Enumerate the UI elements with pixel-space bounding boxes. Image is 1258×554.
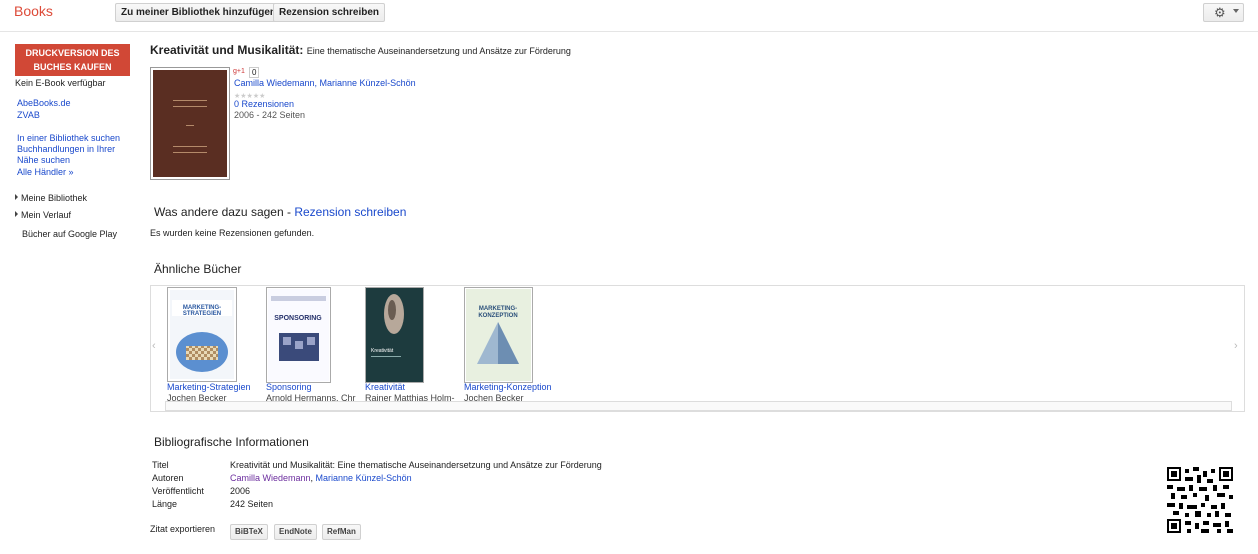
- similar-book-cover-image: MARKETING- STRATEGIEN: [170, 290, 234, 379]
- similar-book-title[interactable]: Marketing-Strategien: [167, 382, 251, 392]
- similar-book-title[interactable]: Kreativität: [365, 382, 405, 392]
- book-title-main: Kreativität und Musikalität:: [150, 43, 304, 57]
- similar-book-cover-image: Kreativität: [371, 294, 404, 357]
- reviews-write-link[interactable]: Rezension schreiben: [294, 205, 406, 219]
- similar-book-title[interactable]: Sponsoring: [266, 382, 312, 392]
- nav-my-library[interactable]: Meine Bibliothek: [15, 193, 87, 204]
- find-shops-line-2: Nähe suchen: [17, 155, 71, 165]
- triangle-right-icon: [15, 211, 18, 217]
- buy-line-1: DRUCKVERSION DES: [25, 48, 120, 58]
- book-title: Kreativität und Musikalität: Eine themat…: [150, 43, 571, 57]
- triangle-right-icon: [15, 194, 18, 200]
- chevron-down-icon: [1233, 9, 1239, 13]
- svg-text:MARKETING-: MARKETING-: [479, 306, 517, 312]
- nav-google-play[interactable]: Bücher auf Google Play: [22, 229, 117, 240]
- find-shops-line-1: Buchhandlungen in Ihrer: [17, 144, 116, 154]
- book-subtitle: Eine thematische Auseinandersetzung und …: [306, 46, 571, 56]
- carousel-next-icon[interactable]: ›: [1234, 340, 1238, 352]
- add-to-library-button[interactable]: Zu meiner Bibliothek hinzufügen: [115, 3, 282, 22]
- book-cover-image: [153, 70, 227, 177]
- store-link-zvab[interactable]: ZVAB: [17, 110, 40, 121]
- find-in-library-link[interactable]: In einer Bibliothek suchen: [17, 133, 120, 144]
- svg-text:Kreativität: Kreativität: [371, 348, 394, 354]
- store-link-abebooks[interactable]: AbeBooks.de: [17, 98, 71, 109]
- brand-logo[interactable]: Books: [14, 3, 53, 19]
- biblio-title: Kreativität und Musikalität: Eine themat…: [230, 460, 602, 470]
- similar-book-title[interactable]: Marketing-Konzeption: [464, 382, 552, 392]
- no-reviews-text: Es wurden keine Rezensionen gefunden.: [150, 228, 315, 238]
- plusone-count: 0: [249, 67, 260, 78]
- buy-line-2: BUCHES KAUFEN: [33, 62, 112, 72]
- author-link-2[interactable]: Marianne Künzel-Schön: [316, 473, 412, 483]
- reviews-heading: Was andere dazu sagen - Rezension schrei…: [154, 205, 406, 219]
- biblio-published: 2006: [230, 486, 251, 496]
- book-meta: 2006 - 242 Seiten: [234, 110, 306, 120]
- all-dealers-link[interactable]: Alle Händler »: [17, 167, 74, 178]
- settings-button[interactable]: ⚙: [1203, 3, 1244, 22]
- nav-my-history[interactable]: Mein Verlauf: [15, 210, 71, 221]
- biblio-label-length: Länge: [152, 499, 178, 509]
- export-citation-label: Zitat exportieren: [150, 524, 216, 534]
- buy-print-button[interactable]: DRUCKVERSION DES BUCHES KAUFEN: [15, 44, 130, 76]
- gear-icon: ⚙: [1214, 5, 1226, 20]
- svg-text:SPONSORING: SPONSORING: [274, 315, 322, 322]
- biblio-label-authors: Autoren: [152, 473, 184, 483]
- export-endnote-button[interactable]: EndNote: [274, 524, 317, 540]
- export-refman-button[interactable]: RefMan: [322, 524, 361, 540]
- export-bibtex-button[interactable]: BiBTeX: [230, 524, 268, 540]
- book-cover[interactable]: [150, 67, 230, 180]
- svg-text:STRATEGIEN: STRATEGIEN: [183, 311, 221, 317]
- carousel-scrollbar[interactable]: [165, 401, 1232, 411]
- write-review-button[interactable]: Rezension schreiben: [273, 3, 386, 22]
- reviews-count-link[interactable]: 0 Rezensionen: [234, 99, 294, 109]
- find-shops-link[interactable]: Buchhandlungen in Ihrer Nähe suchen: [17, 144, 115, 166]
- nav-my-library-label: Meine Bibliothek: [21, 193, 88, 203]
- biblio-label-title: Titel: [152, 460, 169, 470]
- similar-book-cover[interactable]: SPONSORING: [266, 287, 331, 383]
- google-plus-icon[interactable]: g+1: [233, 68, 245, 75]
- similar-book-cover[interactable]: MARKETING- STRATEGIEN: [167, 287, 237, 382]
- reviews-heading-text: Was andere dazu sagen -: [154, 205, 291, 219]
- carousel-prev-icon[interactable]: ‹: [152, 340, 156, 352]
- similar-book-cover-image: MARKETING- KONZEPTION: [466, 289, 531, 381]
- nav-my-history-label: Mein Verlauf: [21, 210, 72, 220]
- similar-book-cover[interactable]: MARKETING- KONZEPTION: [464, 287, 533, 383]
- bibliographic-heading: Bibliografische Informationen: [154, 435, 309, 449]
- no-ebook-text: Kein E-Book verfügbar: [15, 78, 106, 88]
- author-link-1[interactable]: Camilla Wiedemann: [230, 473, 311, 483]
- biblio-label-published: Veröffentlicht: [152, 486, 204, 496]
- biblio-length: 242 Seiten: [230, 499, 274, 509]
- top-bar: Books Zu meiner Bibliothek hinzufügen Re…: [0, 0, 1258, 32]
- svg-text:KONZEPTION: KONZEPTION: [478, 313, 517, 319]
- similar-book-cover-image: SPONSORING: [268, 289, 329, 381]
- similar-books-heading: Ähnliche Bücher: [154, 262, 242, 276]
- biblio-authors: Camilla Wiedemann, Marianne Künzel-Schön: [230, 473, 412, 483]
- qr-code-icon: [1167, 467, 1233, 533]
- book-authors[interactable]: Camilla Wiedemann, Marianne Künzel-Schön: [234, 78, 416, 88]
- similar-book-cover[interactable]: Kreativität: [365, 287, 424, 383]
